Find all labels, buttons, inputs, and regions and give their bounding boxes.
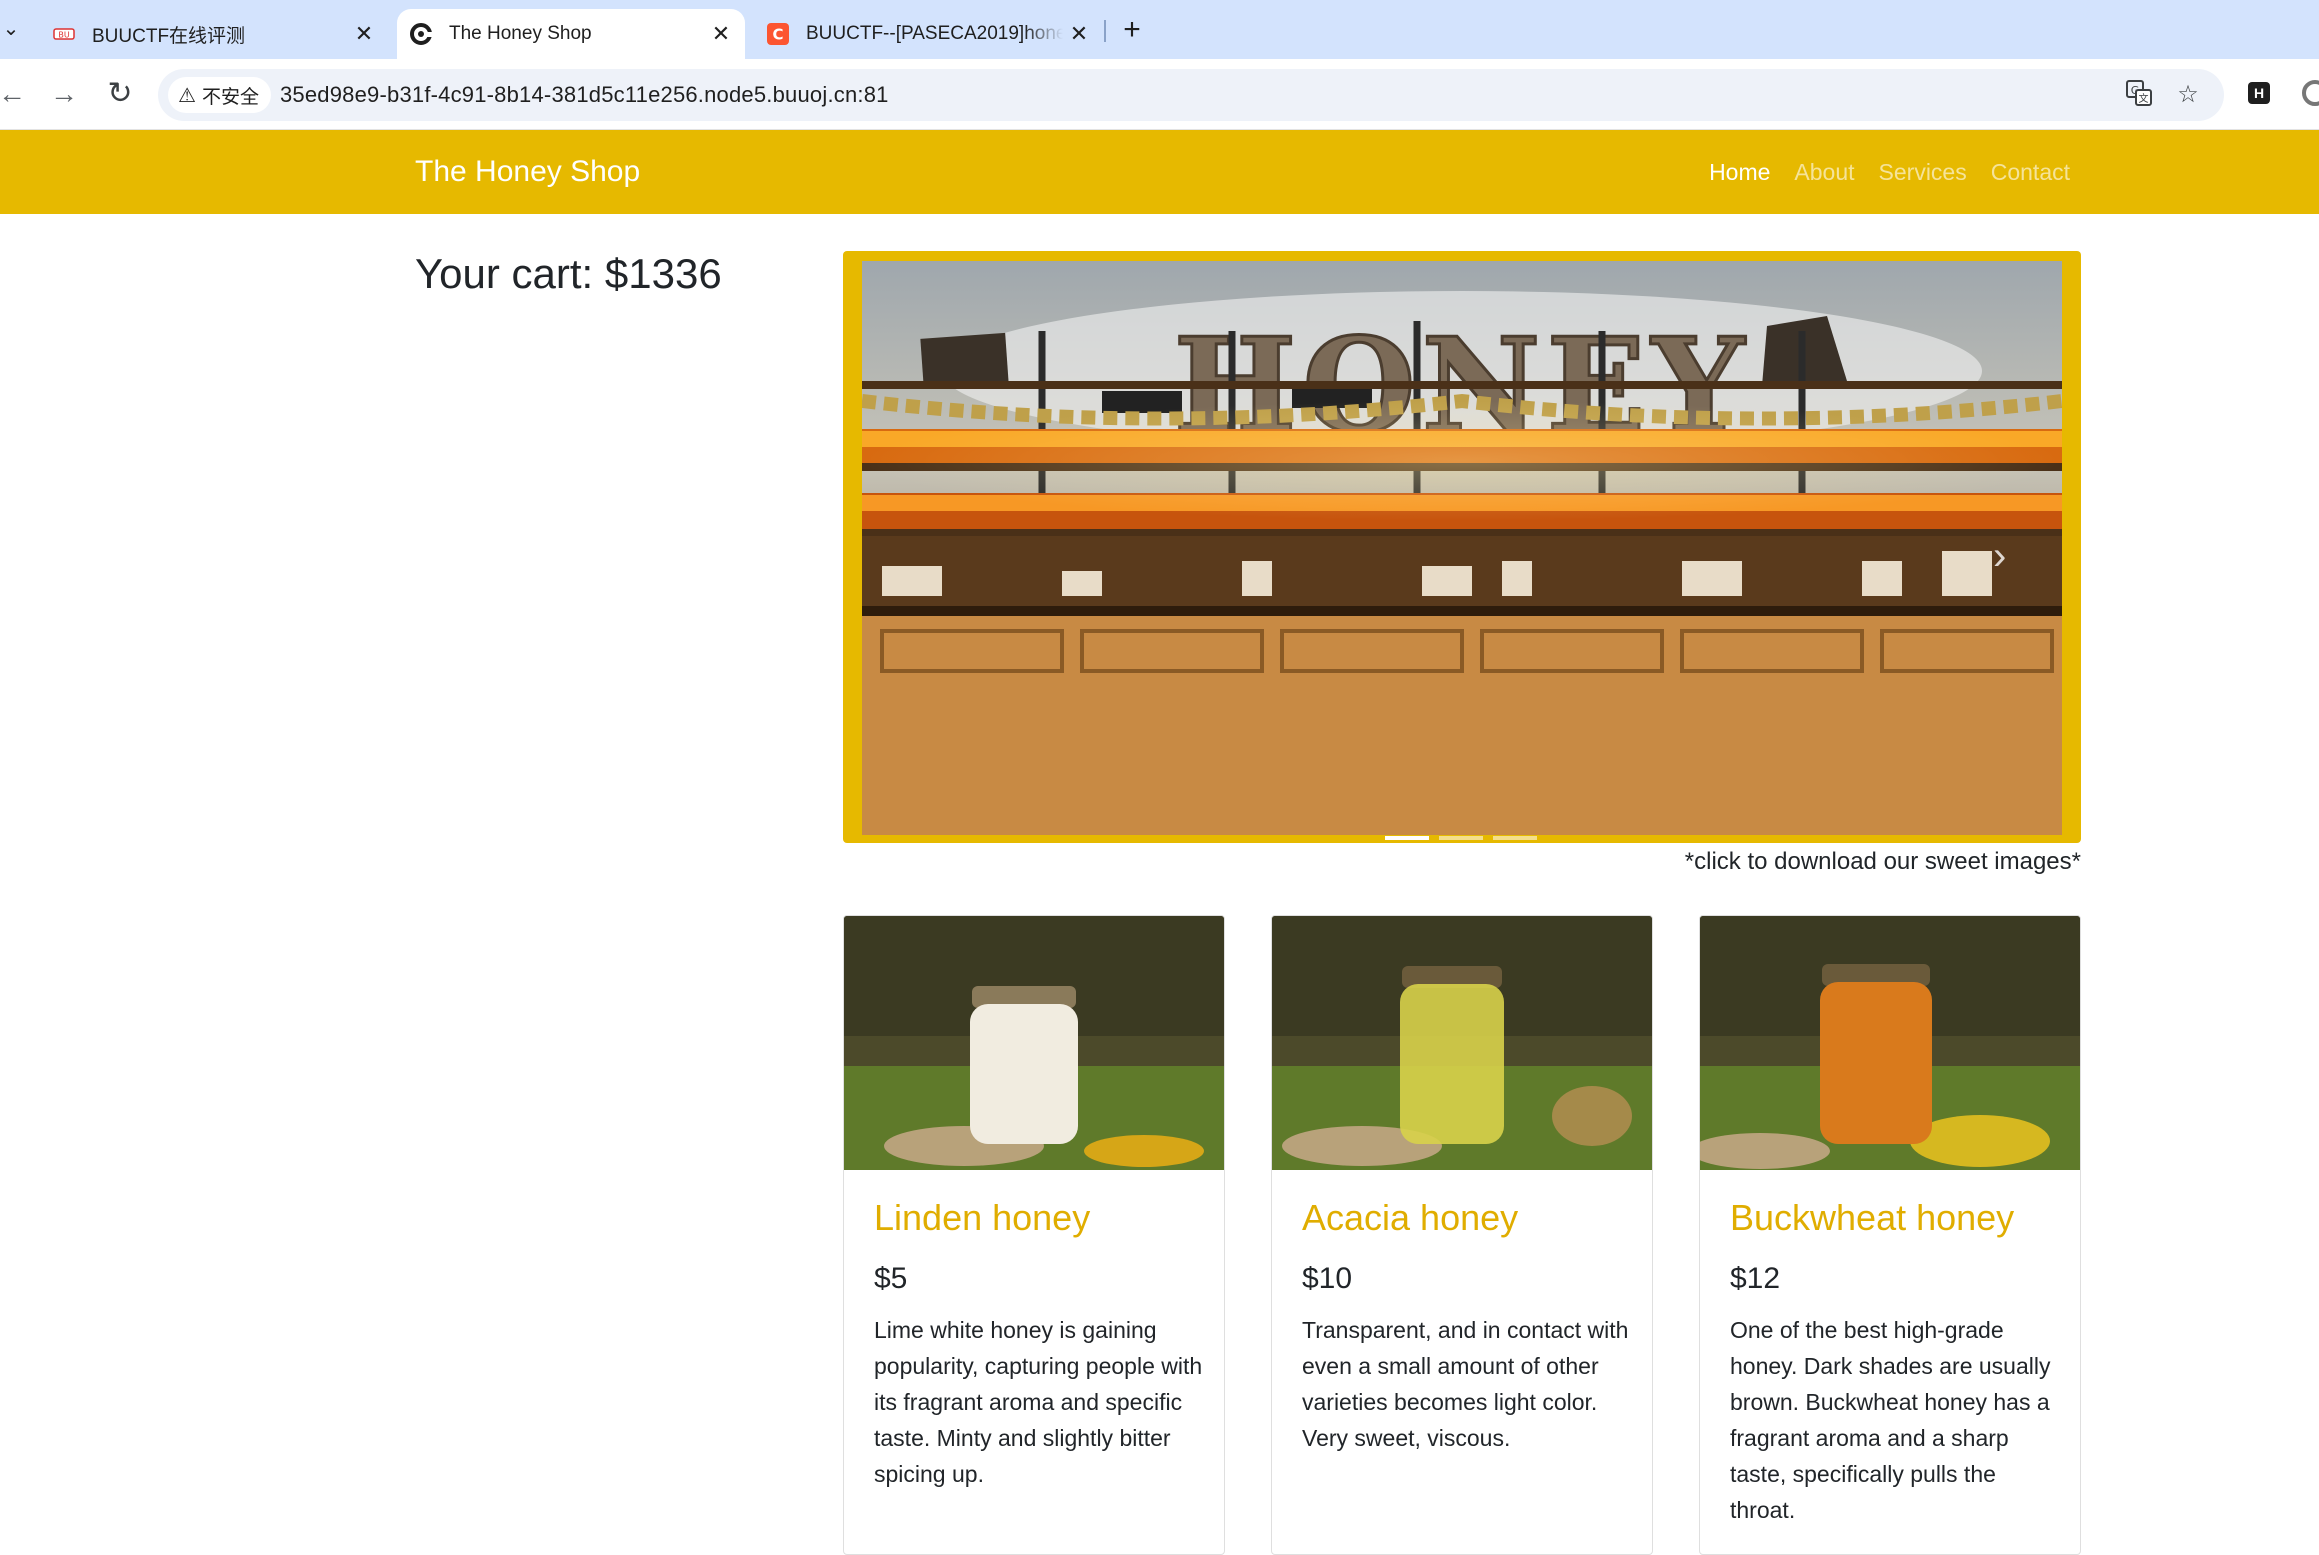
nav-home-link[interactable]: Home: [1709, 159, 1770, 186]
carousel-indicators: [1385, 833, 1537, 843]
profile-avatar-icon[interactable]: [2302, 80, 2319, 106]
csdn-favicon: C: [766, 22, 790, 46]
product-price: $10: [1302, 1262, 1353, 1295]
product-description: Lime white honey is gaining popularity, …: [874, 1317, 1203, 1487]
product-price: $12: [1730, 1262, 1781, 1295]
product-card-body: Linden honey $5 Lime white honey is gain…: [874, 1196, 1204, 1492]
site-navbar: The Honey Shop Home About Services Conta…: [0, 130, 2319, 214]
back-arrow-icon[interactable]: ←: [0, 76, 30, 112]
carousel-indicator-1[interactable]: [1385, 836, 1429, 840]
nav-about-link[interactable]: About: [1794, 159, 1854, 186]
reload-icon[interactable]: ↻: [102, 76, 138, 112]
cart-total: Your cart: $1336: [415, 250, 722, 297]
tab-buuctf[interactable]: BU BUUCTF在线评测 ✕: [28, 9, 388, 59]
nav-services-link[interactable]: Services: [1879, 159, 1967, 186]
browser-tab-strip: ⌄ BU BUUCTF在线评测 ✕ The Honey Shop ✕ C BUU…: [0, 0, 2319, 59]
browser-toolbar: ← → ↻ ⚠ 不安全 35ed98e9-b31f-4c91-8b14-381d…: [0, 59, 2319, 130]
product-description: Transparent, and in contact with even a …: [1302, 1317, 1629, 1451]
product-card-linden: Linden honey $5 Lime white honey is gain…: [843, 915, 1225, 1555]
warning-triangle-icon: ⚠: [178, 84, 196, 107]
tab-title: BUUCTF在线评测: [92, 25, 246, 47]
image-carousel[interactable]: HONEY ›: [843, 251, 2081, 843]
security-indicator[interactable]: ⚠ 不安全: [168, 77, 271, 113]
tab-title: The Honey Shop: [449, 23, 592, 44]
product-image: [1700, 916, 2080, 1170]
extension-icon[interactable]: H: [2248, 82, 2270, 104]
product-cards: Linden honey $5 Lime white honey is gain…: [843, 915, 2081, 1555]
site-brand[interactable]: The Honey Shop: [415, 130, 640, 214]
nav-contact-link[interactable]: Contact: [1991, 159, 2070, 186]
product-description: One of the best high-grade honey. Dark s…: [1730, 1317, 2051, 1523]
product-name[interactable]: Acacia honey: [1302, 1196, 1632, 1240]
svg-text:文: 文: [2139, 92, 2149, 105]
product-card-body: Buckwheat honey $12 One of the best high…: [1730, 1196, 2060, 1528]
url-text[interactable]: 35ed98e9-b31f-4c91-8b14-381d5c11e256.nod…: [280, 69, 889, 121]
forward-arrow-icon[interactable]: →: [46, 76, 82, 112]
product-image: [844, 916, 1224, 1170]
tab-separator: [1104, 20, 1106, 42]
bookmark-star-icon[interactable]: ☆: [2173, 80, 2203, 110]
carousel-indicator-3[interactable]: [1493, 836, 1537, 840]
carousel-next-chevron-icon[interactable]: ›: [1993, 536, 2023, 576]
product-image: [1272, 916, 1652, 1170]
close-icon[interactable]: ✕: [348, 18, 380, 50]
address-bar[interactable]: ⚠ 不安全 35ed98e9-b31f-4c91-8b14-381d5c11e2…: [158, 69, 2224, 121]
product-name[interactable]: Linden honey: [874, 1196, 1204, 1240]
tab-title: BUUCTF--[PASECA2019]hone: [806, 23, 1063, 44]
product-price: $5: [874, 1262, 908, 1295]
svg-text:BU: BU: [58, 31, 69, 40]
tab-search-chevron-icon[interactable]: ⌄: [0, 16, 22, 42]
carousel-caption: *click to download our sweet images*: [1684, 848, 2081, 875]
product-card-buckwheat: Buckwheat honey $12 One of the best high…: [1699, 915, 2081, 1555]
security-label: 不安全: [201, 86, 259, 108]
carousel-indicator-2[interactable]: [1439, 836, 1483, 840]
tab-honey-shop[interactable]: The Honey Shop ✕: [397, 9, 745, 59]
translate-icon[interactable]: G文: [2124, 80, 2154, 110]
svg-text:C: C: [772, 26, 783, 44]
product-card-body: Acacia honey $10 Transparent, and in con…: [1302, 1196, 1632, 1456]
new-tab-plus-icon[interactable]: +: [1114, 14, 1150, 46]
nav-links: Home About Services Contact: [1685, 130, 2070, 214]
tab-csdn[interactable]: C BUUCTF--[PASECA2019]hone ✕: [754, 9, 1099, 59]
honey-shop-favicon: [409, 22, 433, 46]
close-icon[interactable]: ✕: [1063, 18, 1095, 50]
close-icon[interactable]: ✕: [705, 18, 737, 50]
buuctf-favicon: BU: [52, 22, 76, 46]
product-card-acacia: Acacia honey $10 Transparent, and in con…: [1271, 915, 1653, 1555]
honey-shop-photo[interactable]: HONEY: [862, 261, 2062, 835]
product-name[interactable]: Buckwheat honey: [1730, 1196, 2060, 1240]
